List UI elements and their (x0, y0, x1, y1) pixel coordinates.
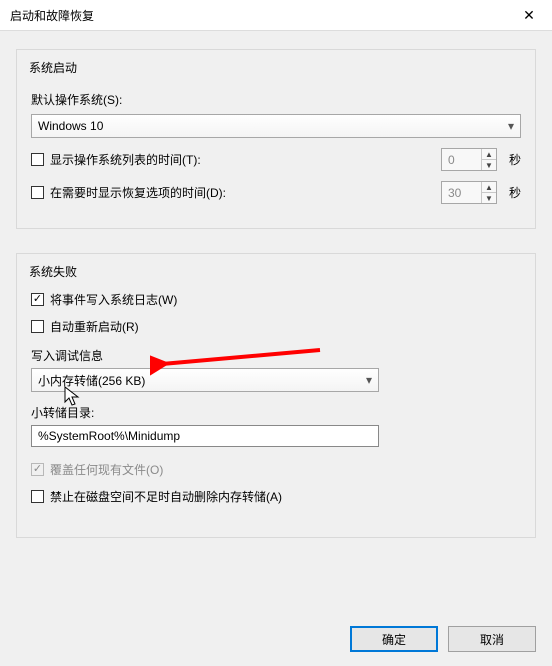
seconds-unit: 秒 (509, 151, 521, 168)
titlebar: 启动和故障恢复 ✕ (0, 0, 552, 31)
dump-type-select[interactable]: 小内存转储(256 KB) ▾ (31, 368, 379, 392)
close-button[interactable]: ✕ (506, 0, 552, 30)
system-failure-group: 系统失败 将事件写入系统日志(W) 自动重新启动(R) 写入调试信息 小内存转储… (16, 253, 536, 538)
spinner-up-icon[interactable]: ▲ (481, 149, 496, 160)
dump-type-value: 小内存转储(256 KB) (38, 372, 145, 389)
auto-restart-checkbox[interactable] (31, 320, 44, 333)
show-recovery-label: 在需要时显示恢复选项的时间(D): (50, 184, 226, 201)
chevron-down-icon: ▾ (508, 119, 514, 133)
show-recovery-checkbox[interactable] (31, 186, 44, 199)
show-recovery-row: 在需要时显示恢复选项的时间(D): 30 ▲▼ 秒 (31, 181, 521, 204)
spinner-down-icon[interactable]: ▼ (481, 160, 496, 170)
disable-auto-delete-checkbox[interactable] (31, 490, 44, 503)
seconds-unit: 秒 (509, 184, 521, 201)
group-legend: 系统失败 (25, 265, 81, 279)
write-event-label: 将事件写入系统日志(W) (50, 291, 177, 308)
write-event-checkbox[interactable] (31, 293, 44, 306)
write-event-row: 将事件写入系统日志(W) (31, 291, 521, 308)
show-os-list-row: 显示操作系统列表的时间(T): 0 ▲▼ 秒 (31, 148, 521, 171)
default-os-label: 默认操作系统(S): (31, 91, 521, 108)
ok-button[interactable]: 确定 (350, 626, 438, 652)
dialog-window: 启动和故障恢复 ✕ GXI网 gxlsystem.com 系统启动 默认操作系统… (0, 0, 552, 666)
auto-restart-row: 自动重新启动(R) (31, 318, 521, 335)
group-legend: 系统启动 (25, 61, 81, 75)
chevron-down-icon: ▾ (366, 373, 372, 387)
dump-dir-input[interactable]: %SystemRoot%\Minidump (31, 425, 379, 447)
show-recovery-seconds[interactable]: 30 ▲▼ (441, 181, 497, 204)
overwrite-label: 覆盖任何现有文件(O) (50, 461, 163, 478)
auto-restart-label: 自动重新启动(R) (50, 318, 139, 335)
cancel-button[interactable]: 取消 (448, 626, 536, 652)
overwrite-checkbox (31, 463, 44, 476)
show-os-list-seconds[interactable]: 0 ▲▼ (441, 148, 497, 171)
show-os-list-label: 显示操作系统列表的时间(T): (50, 151, 201, 168)
show-os-list-checkbox[interactable] (31, 153, 44, 166)
debug-info-label: 写入调试信息 (31, 347, 521, 364)
dialog-body: 系统启动 默认操作系统(S): Windows 10 ▾ 显示操作系统列表的时间… (0, 31, 552, 538)
default-os-select[interactable]: Windows 10 ▾ (31, 114, 521, 138)
system-startup-group: 系统启动 默认操作系统(S): Windows 10 ▾ 显示操作系统列表的时间… (16, 49, 536, 229)
default-os-value: Windows 10 (38, 119, 103, 133)
dialog-title: 启动和故障恢复 (10, 7, 94, 24)
dialog-buttons: 确定 取消 (350, 626, 536, 652)
spinner-up-icon[interactable]: ▲ (481, 182, 496, 193)
overwrite-row: 覆盖任何现有文件(O) (31, 461, 521, 478)
disable-auto-delete-label: 禁止在磁盘空间不足时自动删除内存转储(A) (50, 488, 282, 505)
disable-auto-delete-row: 禁止在磁盘空间不足时自动删除内存转储(A) (31, 488, 521, 505)
spinner-down-icon[interactable]: ▼ (481, 193, 496, 203)
dump-dir-label: 小转储目录: (31, 404, 521, 421)
